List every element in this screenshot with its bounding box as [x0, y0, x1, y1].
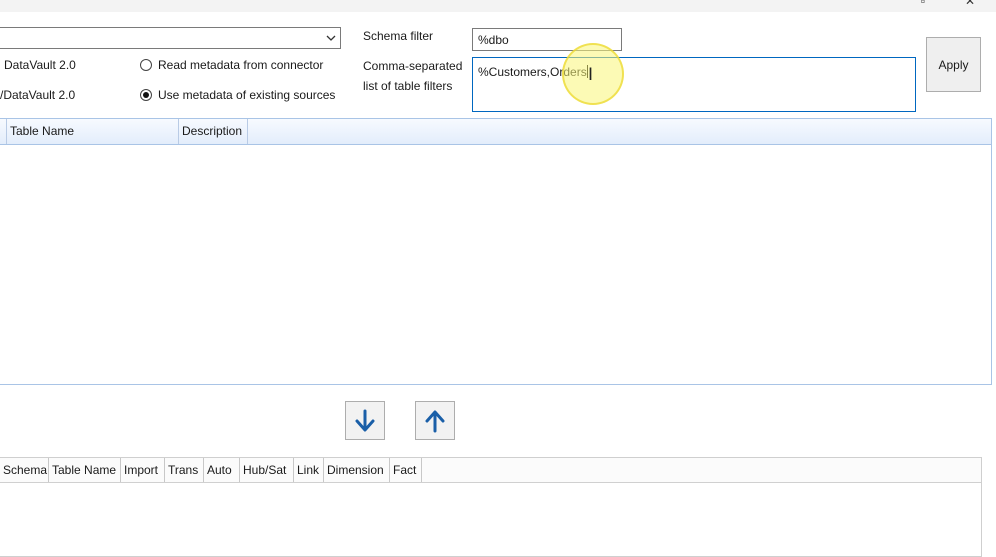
chevron-down-icon [326, 35, 336, 41]
schema-filter-input[interactable]: %dbo [472, 28, 622, 51]
connector-dropdown[interactable] [0, 27, 341, 49]
column-header-selector[interactable] [0, 119, 7, 144]
move-down-button[interactable] [345, 401, 385, 440]
target-tables-grid[interactable]: Schema Table Name Import Trans Auto Hub/… [0, 457, 982, 557]
close-icon[interactable]: ✕ [963, 0, 977, 8]
table-filter-label-line2: list of table filters [363, 79, 453, 93]
column-header-table-name[interactable]: Table Name [7, 119, 179, 144]
table-filter-value: %Customers,Orders [478, 65, 587, 79]
use-metadata-label[interactable]: Use metadata of existing sources [158, 88, 335, 102]
column-header-dimension[interactable]: Dimension [324, 458, 390, 482]
use-metadata-radio[interactable] [140, 89, 152, 101]
column-header-schema[interactable]: Schema [0, 458, 49, 482]
model-option-datavault-alt: /DataVault 2.0 [0, 88, 76, 102]
model-option-datavault: DataVault 2.0 [4, 58, 76, 72]
source-tables-grid[interactable]: Table Name Description [0, 118, 992, 385]
column-header-fact[interactable]: Fact [390, 458, 422, 482]
target-grid-header: Schema Table Name Import Trans Auto Hub/… [0, 458, 981, 483]
arrow-down-icon [355, 409, 375, 431]
table-filter-label-line1: Comma-separated [363, 59, 463, 73]
read-metadata-radio[interactable] [140, 59, 152, 71]
column-header-import[interactable]: Import [121, 458, 165, 482]
apply-button-label: Apply [938, 57, 969, 72]
schema-filter-value: %dbo [478, 33, 509, 47]
title-bar: ▫ ✕ [0, 0, 996, 12]
source-grid-header: Table Name Description [0, 119, 991, 145]
column-header-target-table-name[interactable]: Table Name [49, 458, 121, 482]
column-header-trans[interactable]: Trans [165, 458, 204, 482]
apply-button[interactable]: Apply [926, 37, 981, 92]
move-up-button[interactable] [415, 401, 455, 440]
column-header-auto[interactable]: Auto [204, 458, 240, 482]
text-cursor-icon: I [588, 65, 594, 85]
read-metadata-label[interactable]: Read metadata from connector [158, 58, 323, 72]
arrow-up-icon [425, 410, 445, 432]
schema-filter-label: Schema filter [363, 29, 434, 43]
column-header-link[interactable]: Link [294, 458, 324, 482]
column-header-hub-sat[interactable]: Hub/Sat [240, 458, 294, 482]
restore-icon[interactable]: ▫ [916, 0, 930, 8]
table-filter-input[interactable]: %Customers,Orders [472, 57, 916, 112]
column-header-description[interactable]: Description [179, 119, 248, 144]
